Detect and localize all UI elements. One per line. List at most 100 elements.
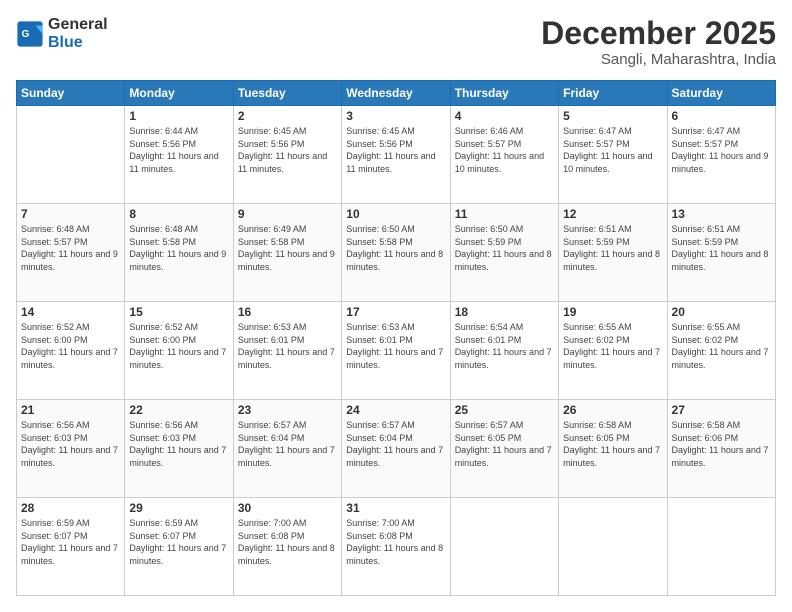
day-number: 28 <box>21 501 120 515</box>
table-cell: 3 Sunrise: 6:45 AMSunset: 5:56 PMDayligh… <box>342 106 450 204</box>
day-info: Sunrise: 6:56 AMSunset: 6:03 PMDaylight:… <box>129 420 226 468</box>
table-cell: 16 Sunrise: 6:53 AMSunset: 6:01 PMDaylig… <box>233 302 341 400</box>
weekday-header-row: Sunday Monday Tuesday Wednesday Thursday… <box>17 81 776 106</box>
table-cell: 27 Sunrise: 6:58 AMSunset: 6:06 PMDaylig… <box>667 400 775 498</box>
day-number: 27 <box>672 403 771 417</box>
table-cell: 10 Sunrise: 6:50 AMSunset: 5:58 PMDaylig… <box>342 204 450 302</box>
table-cell: 22 Sunrise: 6:56 AMSunset: 6:03 PMDaylig… <box>125 400 233 498</box>
day-number: 21 <box>21 403 120 417</box>
day-info: Sunrise: 6:58 AMSunset: 6:06 PMDaylight:… <box>672 420 769 468</box>
table-cell <box>17 106 125 204</box>
day-number: 7 <box>21 207 120 221</box>
day-info: Sunrise: 6:50 AMSunset: 5:58 PMDaylight:… <box>346 224 443 272</box>
table-cell: 23 Sunrise: 6:57 AMSunset: 6:04 PMDaylig… <box>233 400 341 498</box>
calendar-table: Sunday Monday Tuesday Wednesday Thursday… <box>16 80 776 596</box>
table-cell: 17 Sunrise: 6:53 AMSunset: 6:01 PMDaylig… <box>342 302 450 400</box>
location-title: Sangli, Maharashtra, India <box>541 51 776 68</box>
table-cell: 13 Sunrise: 6:51 AMSunset: 5:59 PMDaylig… <box>667 204 775 302</box>
day-number: 20 <box>672 305 771 319</box>
day-number: 26 <box>563 403 662 417</box>
day-info: Sunrise: 6:57 AMSunset: 6:05 PMDaylight:… <box>455 420 552 468</box>
day-number: 22 <box>129 403 228 417</box>
day-number: 15 <box>129 305 228 319</box>
day-number: 9 <box>238 207 337 221</box>
day-info: Sunrise: 6:47 AMSunset: 5:57 PMDaylight:… <box>672 126 769 174</box>
day-number: 5 <box>563 109 662 123</box>
logo-general: General <box>48 16 108 33</box>
day-number: 30 <box>238 501 337 515</box>
table-cell: 5 Sunrise: 6:47 AMSunset: 5:57 PMDayligh… <box>559 106 667 204</box>
day-info: Sunrise: 6:52 AMSunset: 6:00 PMDaylight:… <box>21 322 118 370</box>
header-monday: Monday <box>125 81 233 106</box>
table-cell: 8 Sunrise: 6:48 AMSunset: 5:58 PMDayligh… <box>125 204 233 302</box>
table-cell: 28 Sunrise: 6:59 AMSunset: 6:07 PMDaylig… <box>17 498 125 596</box>
day-number: 31 <box>346 501 445 515</box>
logo-blue: Blue <box>48 34 83 51</box>
table-cell: 11 Sunrise: 6:50 AMSunset: 5:59 PMDaylig… <box>450 204 558 302</box>
table-cell: 6 Sunrise: 6:47 AMSunset: 5:57 PMDayligh… <box>667 106 775 204</box>
day-info: Sunrise: 6:58 AMSunset: 6:05 PMDaylight:… <box>563 420 660 468</box>
week-row-1: 1 Sunrise: 6:44 AMSunset: 5:56 PMDayligh… <box>17 106 776 204</box>
day-info: Sunrise: 6:55 AMSunset: 6:02 PMDaylight:… <box>672 322 769 370</box>
day-number: 18 <box>455 305 554 319</box>
day-info: Sunrise: 6:59 AMSunset: 6:07 PMDaylight:… <box>129 518 226 566</box>
title-area: December 2025 Sangli, Maharashtra, India <box>541 16 776 68</box>
week-row-2: 7 Sunrise: 6:48 AMSunset: 5:57 PMDayligh… <box>17 204 776 302</box>
day-number: 29 <box>129 501 228 515</box>
day-info: Sunrise: 6:45 AMSunset: 5:56 PMDaylight:… <box>238 126 327 174</box>
table-cell: 18 Sunrise: 6:54 AMSunset: 6:01 PMDaylig… <box>450 302 558 400</box>
week-row-3: 14 Sunrise: 6:52 AMSunset: 6:00 PMDaylig… <box>17 302 776 400</box>
day-number: 13 <box>672 207 771 221</box>
day-info: Sunrise: 6:45 AMSunset: 5:56 PMDaylight:… <box>346 126 435 174</box>
page: G General Blue December 2025 Sangli, Mah… <box>0 0 792 612</box>
day-number: 12 <box>563 207 662 221</box>
day-info: Sunrise: 7:00 AMSunset: 6:08 PMDaylight:… <box>238 518 335 566</box>
table-cell: 2 Sunrise: 6:45 AMSunset: 5:56 PMDayligh… <box>233 106 341 204</box>
day-number: 2 <box>238 109 337 123</box>
day-number: 8 <box>129 207 228 221</box>
day-number: 17 <box>346 305 445 319</box>
table-cell: 19 Sunrise: 6:55 AMSunset: 6:02 PMDaylig… <box>559 302 667 400</box>
logo-icon: G <box>16 20 44 48</box>
day-info: Sunrise: 6:52 AMSunset: 6:00 PMDaylight:… <box>129 322 226 370</box>
day-info: Sunrise: 7:00 AMSunset: 6:08 PMDaylight:… <box>346 518 443 566</box>
svg-text:G: G <box>22 28 30 39</box>
week-row-5: 28 Sunrise: 6:59 AMSunset: 6:07 PMDaylig… <box>17 498 776 596</box>
day-info: Sunrise: 6:55 AMSunset: 6:02 PMDaylight:… <box>563 322 660 370</box>
table-cell: 1 Sunrise: 6:44 AMSunset: 5:56 PMDayligh… <box>125 106 233 204</box>
day-number: 4 <box>455 109 554 123</box>
day-info: Sunrise: 6:59 AMSunset: 6:07 PMDaylight:… <box>21 518 118 566</box>
day-info: Sunrise: 6:57 AMSunset: 6:04 PMDaylight:… <box>238 420 335 468</box>
table-cell: 7 Sunrise: 6:48 AMSunset: 5:57 PMDayligh… <box>17 204 125 302</box>
day-info: Sunrise: 6:47 AMSunset: 5:57 PMDaylight:… <box>563 126 652 174</box>
header-sunday: Sunday <box>17 81 125 106</box>
week-row-4: 21 Sunrise: 6:56 AMSunset: 6:03 PMDaylig… <box>17 400 776 498</box>
day-number: 6 <box>672 109 771 123</box>
table-cell: 9 Sunrise: 6:49 AMSunset: 5:58 PMDayligh… <box>233 204 341 302</box>
header-friday: Friday <box>559 81 667 106</box>
header-tuesday: Tuesday <box>233 81 341 106</box>
day-number: 23 <box>238 403 337 417</box>
day-number: 25 <box>455 403 554 417</box>
table-cell: 24 Sunrise: 6:57 AMSunset: 6:04 PMDaylig… <box>342 400 450 498</box>
table-cell: 20 Sunrise: 6:55 AMSunset: 6:02 PMDaylig… <box>667 302 775 400</box>
day-info: Sunrise: 6:57 AMSunset: 6:04 PMDaylight:… <box>346 420 443 468</box>
day-info: Sunrise: 6:44 AMSunset: 5:56 PMDaylight:… <box>129 126 218 174</box>
day-info: Sunrise: 6:50 AMSunset: 5:59 PMDaylight:… <box>455 224 552 272</box>
day-info: Sunrise: 6:54 AMSunset: 6:01 PMDaylight:… <box>455 322 552 370</box>
day-info: Sunrise: 6:46 AMSunset: 5:57 PMDaylight:… <box>455 126 544 174</box>
day-number: 16 <box>238 305 337 319</box>
day-number: 3 <box>346 109 445 123</box>
day-info: Sunrise: 6:51 AMSunset: 5:59 PMDaylight:… <box>672 224 769 272</box>
table-cell: 26 Sunrise: 6:58 AMSunset: 6:05 PMDaylig… <box>559 400 667 498</box>
header-thursday: Thursday <box>450 81 558 106</box>
table-cell <box>450 498 558 596</box>
day-number: 14 <box>21 305 120 319</box>
day-info: Sunrise: 6:49 AMSunset: 5:58 PMDaylight:… <box>238 224 335 272</box>
day-number: 1 <box>129 109 228 123</box>
day-info: Sunrise: 6:53 AMSunset: 6:01 PMDaylight:… <box>238 322 335 370</box>
day-info: Sunrise: 6:56 AMSunset: 6:03 PMDaylight:… <box>21 420 118 468</box>
month-title: December 2025 <box>541 16 776 51</box>
header: G General Blue December 2025 Sangli, Mah… <box>16 16 776 68</box>
table-cell: 21 Sunrise: 6:56 AMSunset: 6:03 PMDaylig… <box>17 400 125 498</box>
